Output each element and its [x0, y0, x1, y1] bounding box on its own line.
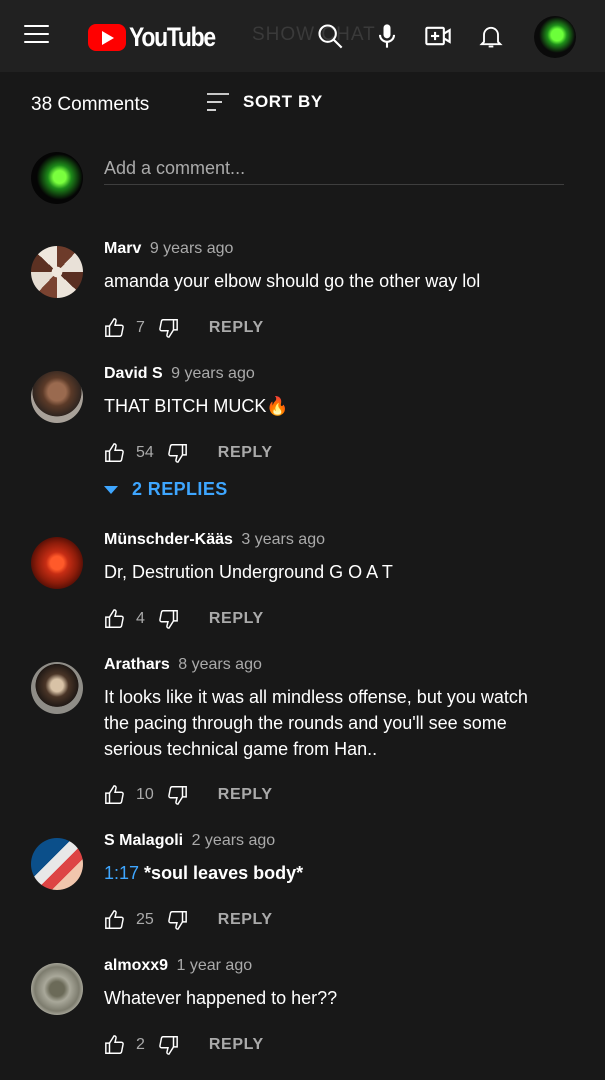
comment-header: almoxx9 1 year ago	[104, 957, 252, 975]
comment-actions: 10 REPLY	[104, 783, 273, 807]
comment-author[interactable]: S Malagoli	[104, 832, 183, 849]
comment-header: Arathars 8 years ago	[104, 656, 262, 674]
comment-header: David S 9 years ago	[104, 365, 255, 383]
like-count: 54	[136, 444, 154, 461]
comment-bold-text: *soul leaves body*	[139, 863, 304, 883]
youtube-logo[interactable]: YouTube	[88, 22, 230, 53]
youtube-play-icon	[88, 24, 126, 51]
menu-icon[interactable]	[24, 25, 49, 45]
thumbs-down-icon[interactable]	[157, 1034, 179, 1056]
notifications-bell-icon[interactable]	[477, 22, 505, 50]
thumbs-up-icon[interactable]	[104, 442, 126, 464]
comment-time: 9 years ago	[171, 365, 255, 382]
comment-author[interactable]: Marv	[104, 240, 141, 257]
comment-author[interactable]: David S	[104, 365, 163, 382]
user-avatar	[31, 152, 83, 204]
microphone-icon[interactable]	[373, 22, 401, 50]
caret-down-icon	[104, 485, 118, 494]
commenter-avatar[interactable]	[31, 662, 83, 714]
commenter-avatar[interactable]	[31, 838, 83, 890]
comment-header: Marv 9 years ago	[104, 240, 233, 258]
background-chat-label: SHOW CHAT	[252, 24, 376, 45]
reply-button[interactable]: REPLY	[209, 610, 264, 628]
comment-time: 1 year ago	[176, 957, 253, 974]
thumbs-up-icon[interactable]	[104, 909, 126, 931]
comment-actions: 2 REPLY	[104, 1033, 264, 1057]
reply-button[interactable]: REPLY	[209, 1036, 264, 1054]
comment-text: 1:17 *soul leaves body*	[104, 860, 534, 886]
comment-text: Whatever happened to her??	[104, 988, 338, 1008]
comment-actions: 4 REPLY	[104, 607, 264, 631]
thumbs-up-icon[interactable]	[104, 608, 126, 630]
commenter-avatar[interactable]	[31, 537, 83, 589]
comment-time: 2 years ago	[191, 832, 276, 849]
sort-by-label: SORT BY	[243, 92, 323, 111]
comment-actions: 7 REPLY	[104, 316, 264, 340]
commenter-avatar[interactable]	[31, 371, 83, 423]
reply-button[interactable]: REPLY	[218, 444, 273, 462]
comments-count: 38 Comments	[31, 94, 150, 115]
comment-time: 3 years ago	[241, 531, 325, 548]
view-replies-button[interactable]: 2 REPLIES	[104, 479, 228, 500]
create-video-icon[interactable]	[424, 22, 452, 50]
thumbs-up-icon[interactable]	[104, 784, 126, 806]
comment-author[interactable]: almoxx9	[104, 957, 168, 974]
search-icon[interactable]	[316, 22, 344, 50]
like-count: 4	[136, 610, 145, 627]
sort-by-button[interactable]: SORT BY	[205, 91, 323, 113]
like-count: 7	[136, 319, 145, 336]
timestamp-link[interactable]: 1:17	[104, 863, 139, 883]
thumbs-up-icon[interactable]	[104, 317, 126, 339]
thumbs-down-icon[interactable]	[157, 317, 179, 339]
top-app-bar: YouTube SHOW CHAT	[0, 0, 605, 72]
comment-text: THAT BITCH MUCK🔥	[104, 396, 289, 416]
add-comment-input[interactable]	[104, 152, 564, 185]
comment-header: Münschder-Kääs 3 years ago	[104, 531, 325, 549]
comment-actions: 25 REPLY	[104, 908, 273, 932]
account-avatar[interactable]	[534, 16, 576, 58]
logo-text: YouTube	[129, 22, 216, 52]
sort-icon	[207, 93, 229, 111]
comment-time: 9 years ago	[149, 240, 234, 257]
comment-text: amanda your elbow should go the other wa…	[104, 271, 481, 291]
like-count: 10	[136, 786, 154, 803]
replies-label: 2 REPLIES	[132, 479, 228, 499]
thumbs-down-icon[interactable]	[166, 784, 188, 806]
comment-header: S Malagoli 2 years ago	[104, 832, 275, 850]
reply-button[interactable]: REPLY	[218, 786, 273, 804]
reply-button[interactable]: REPLY	[218, 911, 273, 929]
thumbs-down-icon[interactable]	[166, 442, 188, 464]
thumbs-up-icon[interactable]	[104, 1034, 126, 1056]
commenter-avatar[interactable]	[31, 246, 83, 298]
like-count: 2	[136, 1036, 145, 1053]
like-count: 25	[136, 911, 154, 928]
comment-text: Dr, Destrution Underground G O A T	[104, 562, 393, 582]
comment-actions: 54 REPLY	[104, 441, 273, 465]
comment-text: It looks like it was all mindless offens…	[104, 687, 528, 759]
comment-author[interactable]: Arathars	[104, 656, 170, 673]
comment-time: 8 years ago	[178, 656, 262, 673]
thumbs-down-icon[interactable]	[166, 909, 188, 931]
thumbs-down-icon[interactable]	[157, 608, 179, 630]
reply-button[interactable]: REPLY	[209, 319, 264, 337]
comment-author[interactable]: Münschder-Kääs	[104, 531, 233, 548]
commenter-avatar[interactable]	[31, 963, 83, 1015]
